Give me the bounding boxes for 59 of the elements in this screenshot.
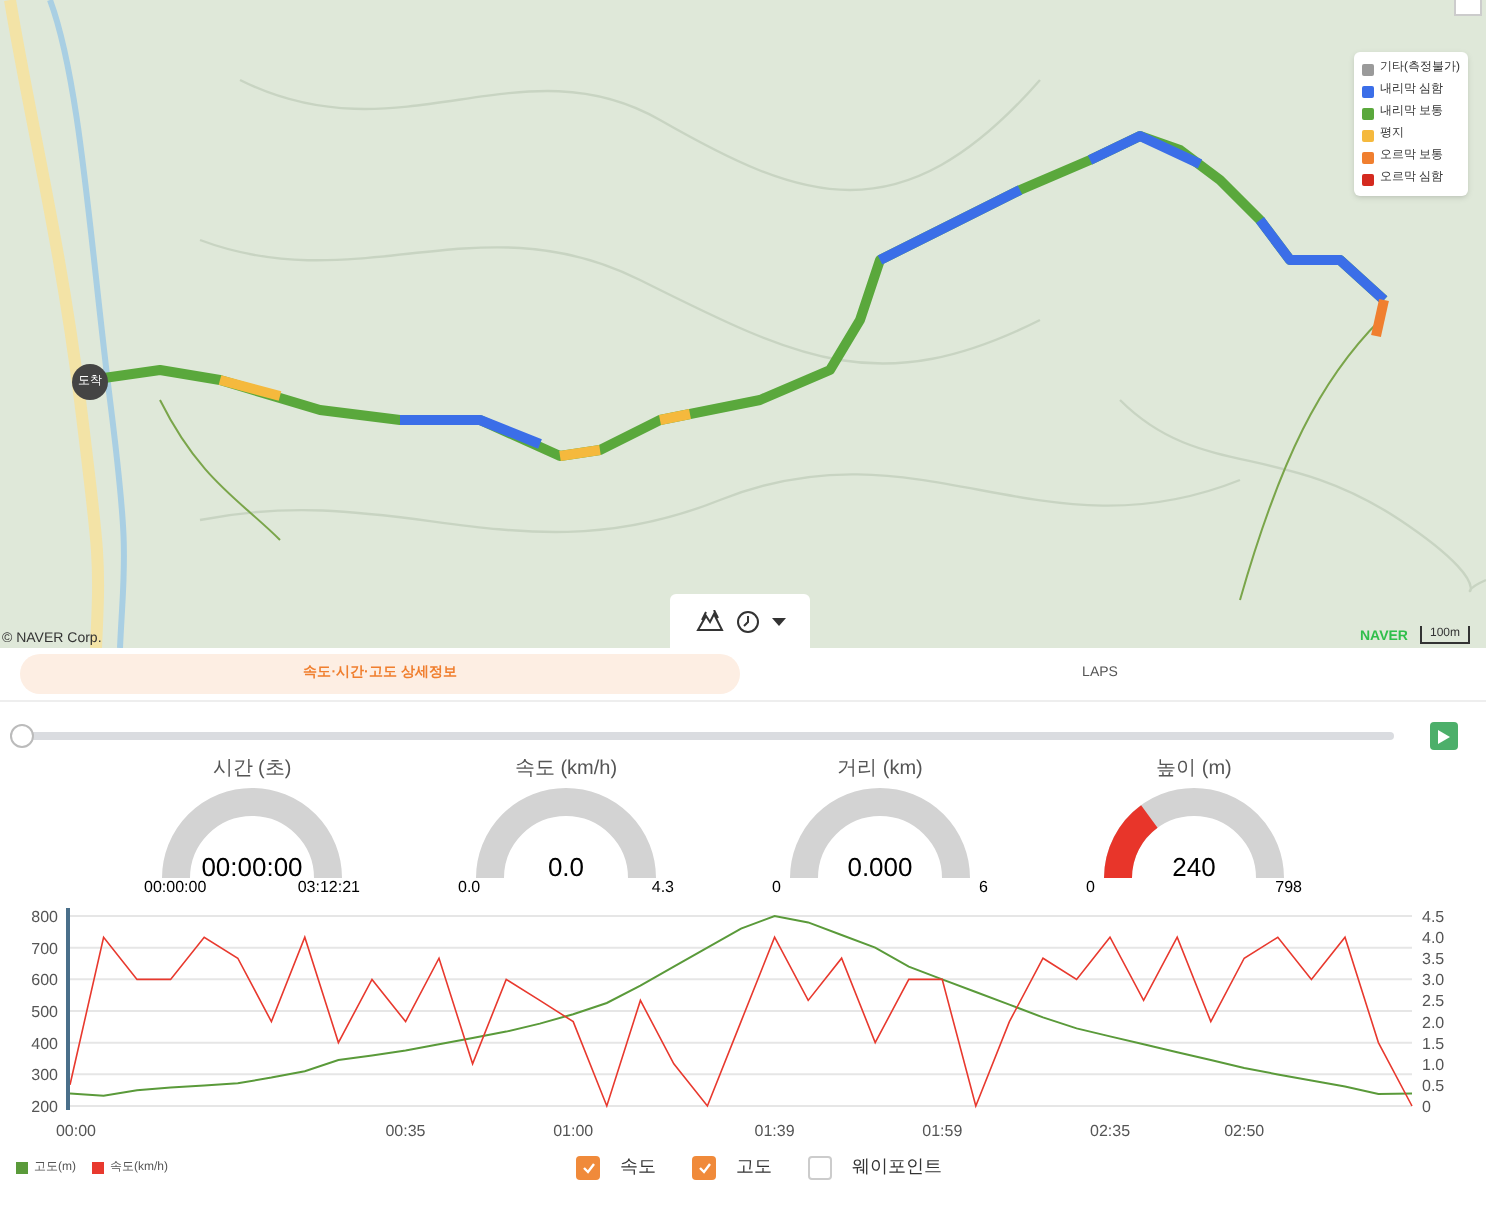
- gauge-value: 0.0: [545, 854, 587, 880]
- series-swatch: [92, 1162, 104, 1174]
- gauge-label: 높이 (m): [1156, 758, 1232, 782]
- y-axis-label: 4.0: [1422, 929, 1445, 948]
- gauge-label: 속도 (km/h): [514, 758, 618, 782]
- x-axis-label: 00:35: [385, 1122, 426, 1140]
- gauge-max: 4.3: [651, 878, 674, 896]
- x-axis-label: 00:00: [55, 1122, 97, 1140]
- checkbox-label: 속도: [620, 1154, 656, 1181]
- gauge-min: 0: [772, 878, 781, 896]
- caret-icon[interactable]: [771, 617, 785, 625]
- y-axis-label: 200: [31, 1098, 58, 1116]
- check-icon: [697, 1162, 711, 1174]
- gauge-value: 00:00:00: [201, 854, 303, 880]
- y-axis-label: 2.0: [1422, 1013, 1445, 1032]
- gauge-value: 0.000: [845, 854, 915, 880]
- y-axis-label: 800: [31, 908, 58, 926]
- gauge-min: 0: [1086, 878, 1095, 896]
- gauge-value: 240: [1170, 854, 1218, 880]
- y-axis-label: 4.5: [1422, 908, 1445, 926]
- gauge-label: 거리 (km): [837, 758, 923, 782]
- gauge-max: 798: [1275, 878, 1302, 896]
- y-axis-label: 600: [31, 971, 58, 990]
- gauge-max: 03:12:21: [297, 878, 360, 896]
- checkbox-label: 고도: [736, 1154, 772, 1181]
- y-axis-label: 1.0: [1422, 1055, 1445, 1074]
- toggle-checkbox[interactable]: 고도: [692, 1154, 772, 1182]
- checkbox[interactable]: [576, 1156, 600, 1180]
- play-icon: [1438, 729, 1450, 743]
- gauge-min: 00:00:00: [144, 878, 207, 896]
- x-axis-label: 01:39: [754, 1122, 795, 1140]
- x-axis-label: 02:50: [1224, 1122, 1265, 1140]
- y-axis-label: 3.5: [1422, 950, 1445, 969]
- play-button[interactable]: [1430, 722, 1458, 750]
- y-axis-label: 300: [31, 1066, 58, 1085]
- gauge-label: 시간 (초): [212, 758, 292, 782]
- slider-thumb[interactable]: [10, 724, 34, 748]
- x-axis-label: 02:35: [1090, 1122, 1131, 1140]
- y-axis-label: 2.5: [1422, 992, 1445, 1011]
- mountain-icon[interactable]: [695, 610, 723, 632]
- checkbox-label: 웨이포인트: [852, 1154, 942, 1181]
- y-axis-label: 500: [31, 1003, 58, 1021]
- gauge-max: 6: [979, 878, 988, 896]
- series-swatch: [16, 1162, 28, 1174]
- x-axis-label: 01:59: [922, 1122, 963, 1140]
- y-axis-label: 400: [31, 1034, 58, 1053]
- y-axis-label: 0.5: [1422, 1076, 1445, 1095]
- y-axis-label: 700: [31, 939, 58, 958]
- x-axis-label: 01:00: [553, 1122, 594, 1140]
- toggle-checkbox[interactable]: 웨이포인트: [808, 1154, 942, 1182]
- y-axis-label: 0: [1422, 1098, 1431, 1116]
- checkbox[interactable]: [808, 1156, 832, 1180]
- check-icon: [581, 1162, 595, 1174]
- toggle-checkbox[interactable]: 속도: [576, 1154, 656, 1182]
- y-axis-label: 1.5: [1422, 1034, 1445, 1053]
- checkbox[interactable]: [692, 1156, 716, 1180]
- clock-icon[interactable]: [735, 609, 759, 633]
- y-axis-label: 3.0: [1422, 971, 1445, 990]
- gauge-min: 0.0: [458, 878, 481, 896]
